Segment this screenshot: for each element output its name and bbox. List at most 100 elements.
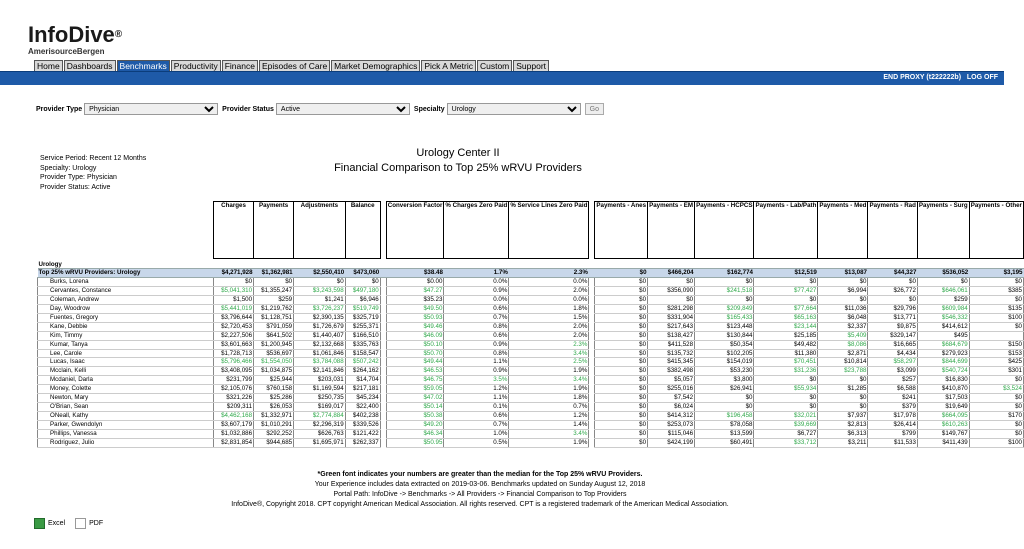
cell-value: $50.70 xyxy=(385,349,445,359)
cell-value: $626,763 xyxy=(293,429,346,439)
cell-value: $77,427 xyxy=(753,286,819,297)
cell-value: $31,236 xyxy=(753,366,819,377)
cell-value: $379 xyxy=(867,402,918,412)
cell-value: $1,695,971 xyxy=(293,438,346,448)
table-row: Kumar, Tanya $3,601,663 $1,200,945 $2,132,6… xyxy=(37,340,1024,350)
provider-name[interactable]: ONeall, Kathy xyxy=(37,411,214,421)
cell-value: $149,767 xyxy=(916,429,970,439)
provider-name[interactable]: Money, Colette xyxy=(37,384,214,395)
cell-value: $0 xyxy=(344,277,381,288)
cell-value: $100 xyxy=(968,313,1024,323)
provider-name[interactable]: Rodriguez, Julio xyxy=(37,438,214,448)
cell-value: $385 xyxy=(968,286,1024,297)
go-button[interactable]: Go xyxy=(584,103,605,115)
provider-type-select[interactable]: Physician xyxy=(84,103,219,115)
provider-name[interactable]: Lee, Carole xyxy=(37,349,214,359)
cell-value: $0 xyxy=(968,393,1024,403)
provider-name[interactable]: Newton, Mary xyxy=(37,393,214,403)
cell-value: $0 xyxy=(594,357,649,368)
pdf-link[interactable]: PDF xyxy=(89,520,103,527)
cell-value: $166,510 xyxy=(344,331,381,341)
cell-value: $264,162 xyxy=(344,366,381,377)
cell-value: $115,046 xyxy=(647,429,696,439)
table-row: Parker, Gwendolyn $3,607,179 $1,010,291 $2,… xyxy=(37,420,1024,430)
provider-name[interactable]: Parker, Gwendolyn xyxy=(37,420,214,430)
cell-value: $0 xyxy=(293,277,346,288)
provider-name[interactable]: Day, Woodrow xyxy=(37,304,214,314)
cell-value: $424,199 xyxy=(647,438,696,448)
cell-value: $150 xyxy=(968,340,1024,350)
cell-value: $46.09 xyxy=(385,331,445,341)
cell-value: $0 xyxy=(867,277,918,288)
provider-name[interactable]: Mcclain, Kelli xyxy=(37,366,214,377)
cell-value: $3,607,179 xyxy=(212,420,255,430)
provider-name[interactable]: Mcdaniel, Darla xyxy=(37,375,214,386)
footer-line: Portal Path: InfoDive -> Benchmarks -> A… xyxy=(333,491,627,498)
provider-name[interactable]: Burks, Lorena xyxy=(37,277,214,288)
end-proxy-link[interactable]: END PROXY (t222222b) xyxy=(883,74,961,81)
cell-value: $46.53 xyxy=(385,366,445,377)
specialty-select[interactable]: Urology xyxy=(446,103,581,115)
logo-company: AmerisourceBergen xyxy=(28,47,105,56)
column-header: Payments - Med xyxy=(817,201,869,259)
cell-value: $0 xyxy=(594,366,649,377)
table-row: Mcdaniel, Darla $231,799 $25,944 $203,031 $1… xyxy=(37,375,1024,386)
provider-name[interactable]: Coleman, Andrew xyxy=(37,295,214,306)
cell-value: $138,427 xyxy=(647,331,696,341)
cell-value: $1,169,594 xyxy=(293,384,346,395)
cell-value: $382,498 xyxy=(647,366,696,377)
cell-value: $1,362,981 xyxy=(253,268,294,279)
cell-value: $0 xyxy=(753,402,819,412)
excel-link[interactable]: Excel xyxy=(48,520,65,527)
provider-name[interactable]: Fuentes, Gregory xyxy=(37,313,214,323)
provider-name[interactable]: O'Brian, Sean xyxy=(37,402,214,412)
cell-value: $53,230 xyxy=(694,366,755,377)
provider-name[interactable]: Cervantes, Constance xyxy=(37,286,214,297)
cell-value: 1.8% xyxy=(508,304,590,314)
pdf-icon[interactable] xyxy=(75,518,87,529)
cell-value: $507,242 xyxy=(344,357,381,368)
cell-value: $65,163 xyxy=(753,313,819,323)
cell-value: $217,643 xyxy=(647,322,696,332)
cell-value: 1.2% xyxy=(508,411,590,421)
cell-value: $1,010,291 xyxy=(253,420,295,430)
provider-name[interactable]: Kane, Debbie xyxy=(37,322,214,332)
cell-value: $209,849 xyxy=(694,304,755,314)
cell-value: $7,937 xyxy=(817,411,869,421)
section-row: Urology xyxy=(38,259,1024,269)
cell-value: $0 xyxy=(594,429,649,439)
cell-value: $0 xyxy=(968,277,1024,288)
cell-value: $6,727 xyxy=(753,429,819,439)
column-header: Payments - EM xyxy=(647,201,696,259)
excel-icon[interactable] xyxy=(34,518,45,529)
logoff-link[interactable]: LOG OFF xyxy=(967,74,998,81)
column-header: Payments - Surg xyxy=(916,201,970,259)
cell-value: $0 xyxy=(817,277,869,288)
provider-name[interactable]: Phillips, Vanessa xyxy=(37,429,214,439)
cell-value: $0 xyxy=(594,420,649,430)
provider-name[interactable]: Kumar, Tanya xyxy=(37,340,214,350)
cell-value: $0 xyxy=(647,295,696,306)
cell-value: $1,061,846 xyxy=(293,349,346,359)
cell-value: $0 xyxy=(694,402,755,412)
cell-value: $3,408,095 xyxy=(212,366,255,377)
cell-value: $540,724 xyxy=(916,366,970,377)
cell-value: $169,017 xyxy=(293,402,346,412)
cell-value: 3.4% xyxy=(508,375,590,386)
cell-value: $257 xyxy=(867,375,918,386)
provider-status-select[interactable]: Active xyxy=(275,103,410,115)
cell-value: $0 xyxy=(694,295,755,306)
cell-value: $0 xyxy=(594,411,649,421)
cell-value: 3.4% xyxy=(508,349,590,359)
cell-value: 2.3% xyxy=(508,268,589,279)
provider-name[interactable]: Lucas, Isaac xyxy=(37,357,214,368)
cell-value: $0 xyxy=(594,313,649,323)
cell-value: $799 xyxy=(867,429,918,439)
footer-line: *Green font indicates your numbers are g… xyxy=(317,471,643,478)
provider-name[interactable]: Kim, Timmy xyxy=(37,331,214,341)
cell-value: $255,371 xyxy=(344,322,381,332)
cell-value: $2,813 xyxy=(817,420,869,430)
cell-value: $325,719 xyxy=(344,313,381,323)
cell-value: $2,337 xyxy=(817,322,869,332)
cell-value: $3,524 xyxy=(968,384,1024,395)
